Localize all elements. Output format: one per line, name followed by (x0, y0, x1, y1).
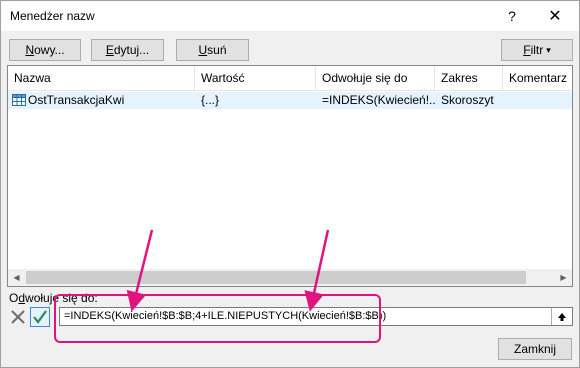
close-button[interactable]: Zamknij (498, 338, 572, 360)
annotation-arrows (126, 229, 330, 312)
annotation-arrow-left (126, 229, 154, 312)
annotation-arrow-right (304, 229, 330, 312)
name-manager-dialog: Menedżer nazw ? ✕ Nowy... Edytuj... Usuń… (0, 0, 580, 368)
